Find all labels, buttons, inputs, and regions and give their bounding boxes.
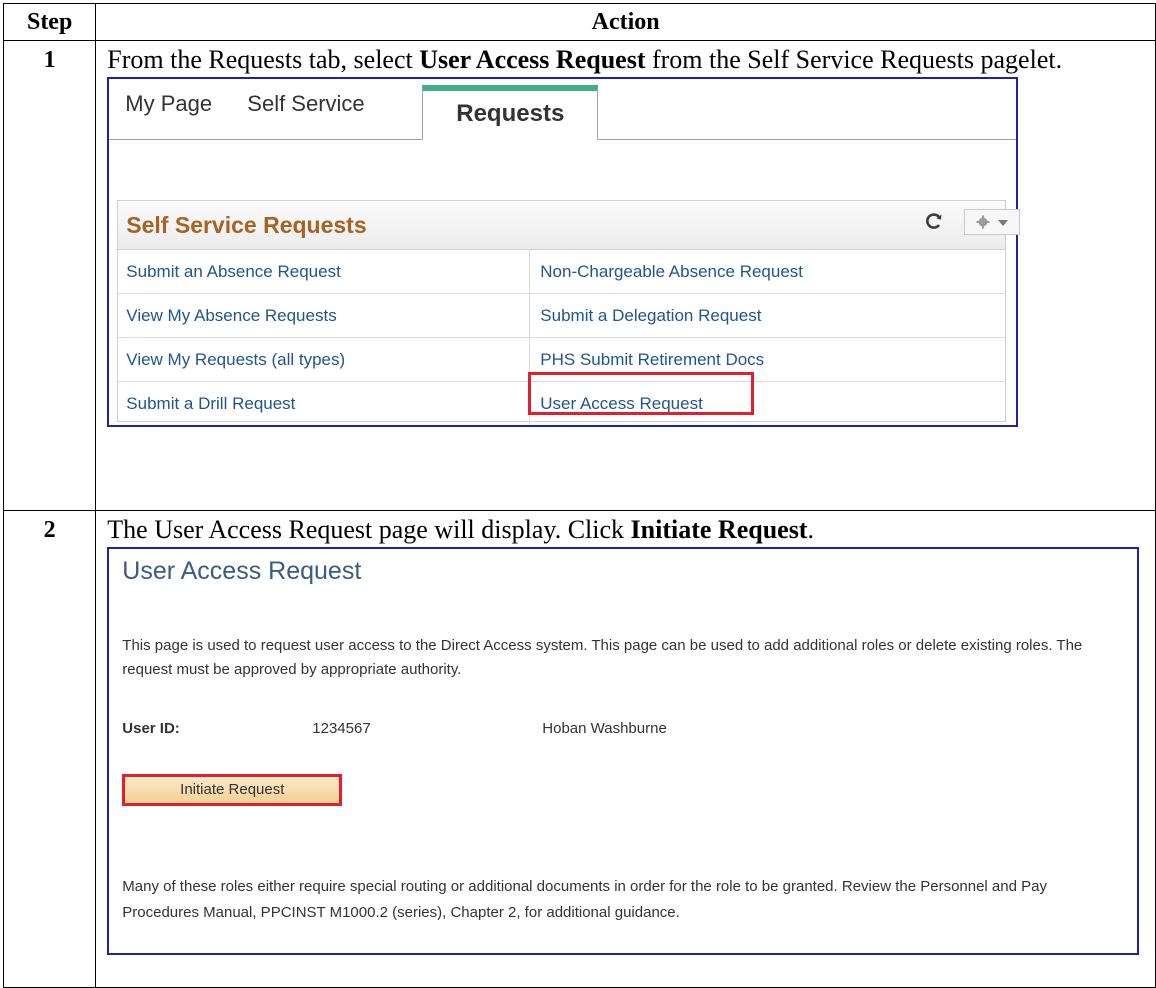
initiate-request-button[interactable]: Initiate Request	[122, 774, 343, 806]
link-user-access-request[interactable]: User Access Request	[529, 382, 999, 425]
user-access-request-screenshot: User Access Request This page is used to…	[107, 547, 1140, 955]
pagelet-settings-menu[interactable]	[964, 209, 1021, 235]
action-cell-1: From the Requests tab, select User Acces…	[95, 40, 1156, 511]
user-id-label: User ID:	[122, 720, 180, 737]
link-view-my-absence-requests[interactable]: View My Absence Requests	[126, 294, 526, 337]
pagelet-header: Self Service Requests	[118, 201, 1021, 250]
step-number-2: 2	[2, 510, 97, 988]
action-header: Action	[95, 3, 1156, 41]
user-id-value: 1234567	[312, 720, 371, 737]
gear-icon	[976, 215, 990, 229]
link-non-chargeable-absence-request[interactable]: Non-Chargeable Absence Request	[529, 250, 999, 293]
pagelet-title: Self Service Requests	[126, 212, 367, 238]
user-name: Hoban Washburne	[542, 720, 667, 737]
link-row: Submit a Drill Request User Access Reque…	[118, 382, 1005, 425]
link-phs-submit-retirement-docs[interactable]: PHS Submit Retirement Docs	[529, 338, 999, 381]
header-row: Step Action	[2, 3, 1156, 41]
link-row: View My Absence Requests Submit a Delega…	[118, 294, 1006, 338]
tab-bar: My Page Self Service Requests	[109, 79, 1017, 140]
link-submit-absence-request[interactable]: Submit an Absence Request	[126, 250, 526, 293]
step-row-1: 1 From the Requests tab, select User Acc…	[2, 40, 1156, 511]
requests-links: Submit an Absence Request Non-Chargeable…	[118, 250, 1006, 425]
tab-self-service[interactable]: Self Service	[247, 91, 364, 117]
requests-screenshot: My Page Self Service Requests Self Servi…	[107, 77, 1021, 427]
instruction-1: From the Requests tab, select User Acces…	[107, 45, 1063, 74]
refresh-icon[interactable]	[924, 211, 946, 233]
page-title: User Access Request	[122, 557, 362, 585]
action-cell-2: The User Access Request page will displa…	[95, 510, 1156, 988]
self-service-requests-pagelet: Self Service Requests Submit an Absence …	[117, 200, 1021, 425]
step-row-2: 2 The User Access Request page will disp…	[2, 510, 1156, 988]
link-submit-drill-request[interactable]: Submit a Drill Request	[126, 382, 526, 425]
page-description: This page is used to request user access…	[122, 637, 1083, 678]
link-submit-delegation-request[interactable]: Submit a Delegation Request	[529, 294, 999, 337]
step-header: Step	[2, 3, 97, 41]
instruction-2: The User Access Request page will displa…	[107, 515, 814, 544]
procedure-table: Step Action 1 From the Requests tab, sel…	[2, 3, 1156, 988]
link-row: View My Requests (all types) PHS Submit …	[118, 338, 1006, 382]
step-number-1: 1	[2, 40, 97, 511]
link-row: Submit an Absence Request Non-Chargeable…	[118, 250, 1006, 294]
tab-my-page[interactable]: My Page	[125, 91, 212, 117]
chevron-down-icon	[997, 220, 1008, 226]
tab-requests[interactable]: Requests	[422, 85, 599, 140]
guidance-note: Many of these roles either require speci…	[122, 878, 1047, 921]
link-view-my-requests[interactable]: View My Requests (all types)	[126, 338, 526, 381]
